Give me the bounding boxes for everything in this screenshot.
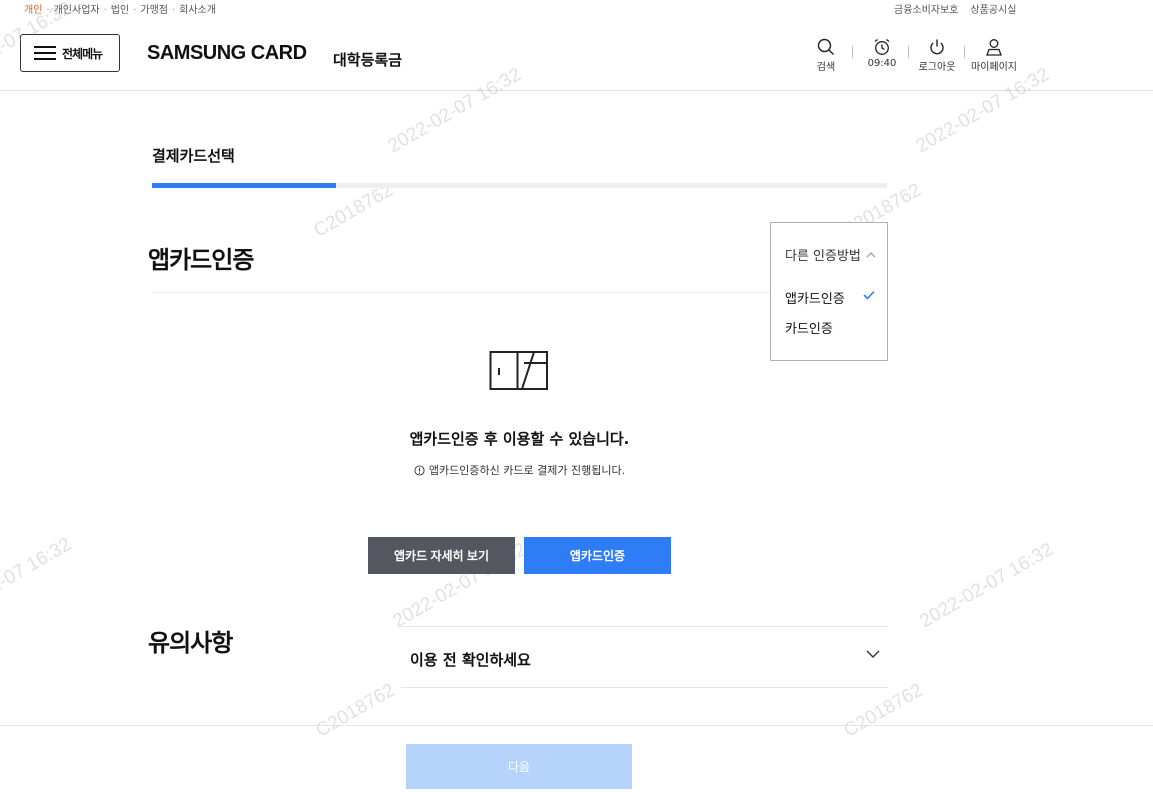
util-link-product-disclosure[interactable]: 상품공시실: [970, 5, 1016, 16]
util-link-consumer-protection[interactable]: 금융소비자보호: [894, 5, 958, 16]
watermark-id: C2018762: [310, 179, 397, 242]
page-title: 대학등록금: [333, 51, 403, 69]
watermark-time: 2022-02-07 16:32: [0, 533, 75, 628]
hamburger-icon: [34, 46, 56, 60]
notice-section-title: 유의사항: [148, 629, 233, 657]
chevron-up-icon: [866, 251, 876, 257]
util-link-company[interactable]: 회사소개: [179, 5, 216, 16]
footer-divider: [0, 725, 1153, 726]
watermark-id: C2018762: [840, 679, 927, 742]
auth-required-message: 앱카드인증 후 이용할 수 있습니다.: [409, 430, 630, 448]
auth-method-dropdown[interactable]: 다른 인증방법 앱카드인증 카드인증: [770, 222, 888, 361]
util-link-business[interactable]: 개인사업자: [54, 5, 100, 16]
power-icon: [930, 39, 944, 55]
session-timer[interactable]: 09:40: [862, 38, 902, 69]
step-progress-bar: [152, 183, 887, 188]
next-button[interactable]: 다음: [406, 744, 632, 789]
mypage-button[interactable]: 마이페이지: [966, 38, 1022, 73]
samsung-card-logo[interactable]: SAMSUNG CARD: [147, 42, 307, 65]
auth-section-title: 앱카드인증: [148, 246, 254, 274]
appcard-detail-button[interactable]: 앱카드 자세히 보기: [368, 537, 515, 574]
util-link-merchant[interactable]: 가맹점: [140, 5, 168, 16]
check-icon: [863, 290, 875, 300]
notice-accordion[interactable]: 이용 전 확인하세요: [401, 626, 888, 688]
all-menu-button[interactable]: 전체메뉴: [20, 34, 120, 72]
watermark-time: 2022-02-07 16:32: [916, 538, 1057, 633]
util-link-personal[interactable]: 개인: [24, 5, 42, 16]
auth-option-label: 카드인증: [785, 322, 833, 337]
step-progress-fill: [152, 183, 336, 188]
alarm-clock-icon: [874, 38, 890, 55]
util-link-corporate[interactable]: 법인: [111, 5, 129, 16]
appcard-auth-button[interactable]: 앱카드인증: [524, 537, 671, 574]
notice-accordion-label: 이용 전 확인하세요: [410, 651, 531, 669]
search-icon: [817, 38, 834, 55]
global-header: 전체메뉴 SAMSUNG CARD 대학등록금 검색 09:40 로그아웃 마이…: [0, 26, 1153, 91]
app-card-icon: [489, 351, 548, 390]
logout-button[interactable]: 로그아웃: [914, 38, 960, 73]
auth-method-toggle[interactable]: 다른 인증방법: [785, 245, 876, 264]
utility-links-right: 금융소비자보호 상품공시실: [894, 1, 1016, 16]
chevron-down-icon: [866, 650, 880, 658]
utility-links-left: 개인 · 개인사업자 · 법인 · 가맹점 · 회사소개: [24, 5, 216, 16]
utility-bar: 개인 · 개인사업자 · 법인 · 가맹점 · 회사소개 금융소비자보호 상품공시실: [0, 0, 1153, 18]
auth-option-card[interactable]: 카드인증: [785, 318, 875, 337]
auth-method-label: 다른 인증방법: [785, 249, 861, 264]
search-label: 검색: [816, 62, 836, 73]
step-title: 결제카드선택: [152, 147, 235, 165]
auth-option-label: 앱카드인증: [785, 292, 845, 307]
all-menu-label: 전체메뉴: [62, 46, 103, 61]
logout-label: 로그아웃: [918, 62, 956, 73]
auth-info-text: 앱카드인증하신 카드로 결제가 진행됩니다.: [428, 464, 626, 477]
search-button[interactable]: 검색: [806, 38, 846, 73]
mypage-label: 마이페이지: [971, 62, 1017, 73]
info-icon: [414, 465, 425, 476]
auth-info-line: 앱카드인증하신 카드로 결제가 진행됩니다.: [0, 462, 1039, 478]
watermark-id: C2018762: [312, 679, 399, 742]
session-time: 09:40: [867, 58, 897, 69]
user-icon: [986, 39, 1002, 56]
auth-option-appcard[interactable]: 앱카드인증: [785, 288, 875, 307]
